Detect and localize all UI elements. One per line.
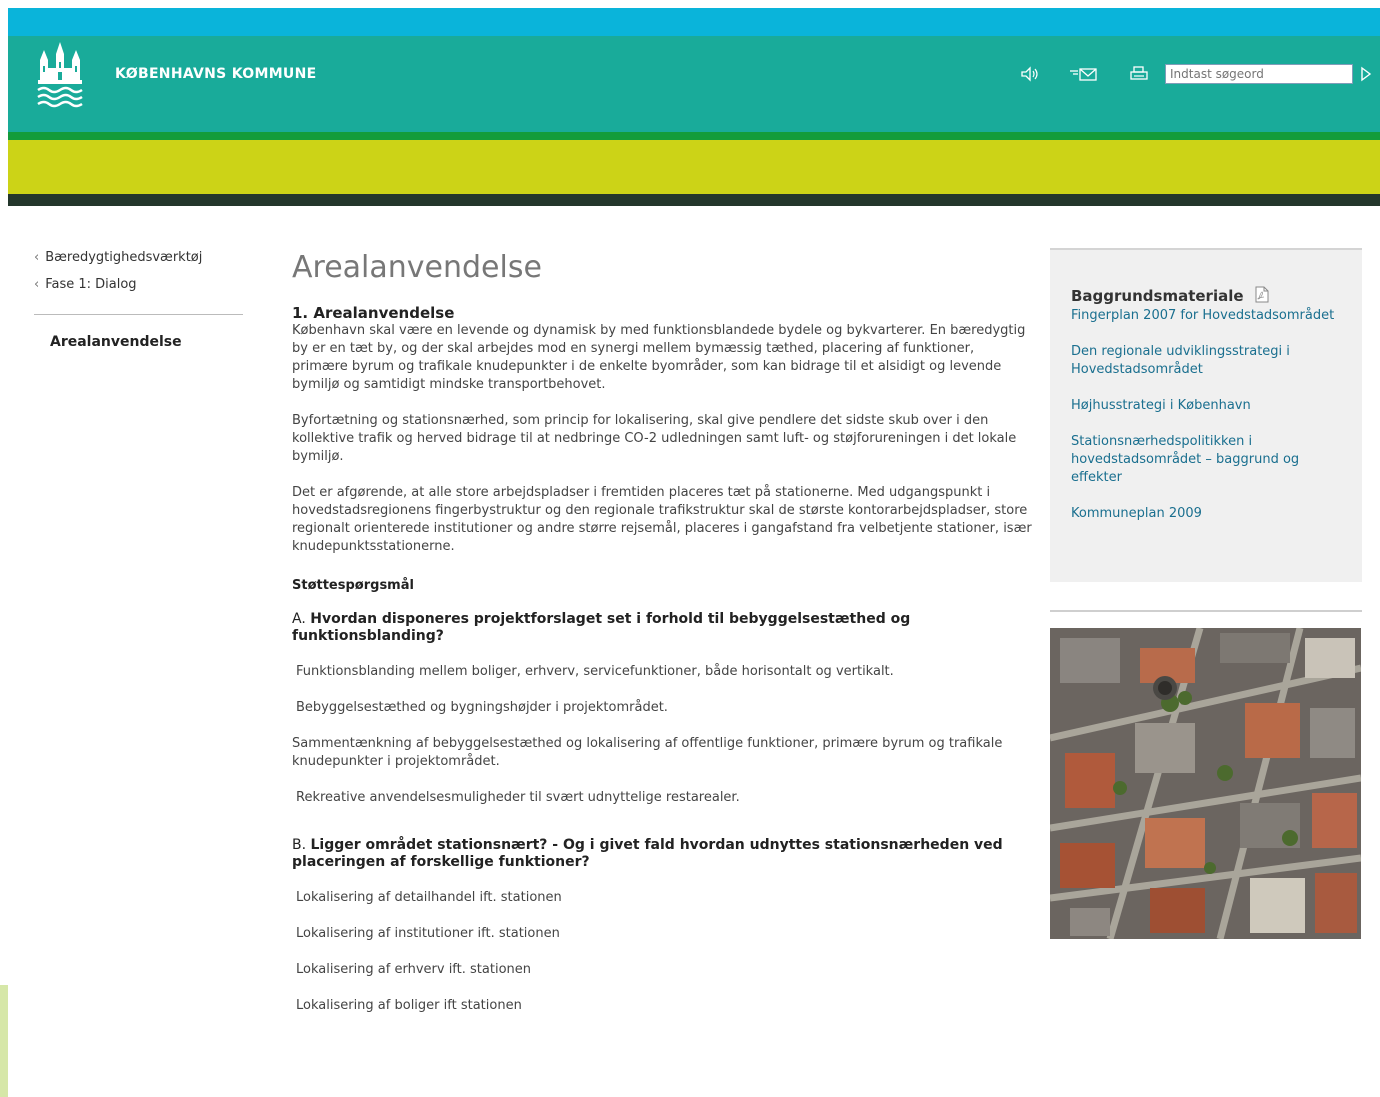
header-lime-band (8, 140, 1380, 194)
question-b-item: Lokalisering af erhverv ift. stationen (296, 962, 531, 977)
question-a-prefix: A. (292, 611, 311, 627)
photo-divider (1050, 610, 1362, 612)
question-a-item: Bebyggelsestæthed og bygningshøjder i pr… (296, 700, 668, 715)
question-a: A. Hvordan disponeres projektforslaget s… (292, 611, 1032, 645)
question-b-item: Lokalisering af boliger ift stationen (296, 998, 522, 1013)
section-title: 1. Arealanvendelse (292, 304, 455, 322)
question-b: B. Ligger området stationsnært? - Og i g… (292, 837, 1032, 871)
page-title: Arealanvendelse (292, 250, 542, 285)
question-b-text: Ligger området stationsnært? - Og i give… (292, 837, 1003, 870)
breadcrumb-phase-1-dialog[interactable]: ‹ Fase 1: Dialog (34, 277, 137, 292)
speaker-icon[interactable] (1018, 64, 1040, 84)
link-regional-development-strategy[interactable]: Den regionale udviklingsstrategi i Hoved… (1071, 343, 1351, 379)
support-questions-heading: Støttespørgsmål (292, 578, 414, 593)
question-a-text: Hvordan disponeres projektforslaget set … (292, 611, 911, 644)
header-dark-line (8, 194, 1380, 206)
mail-icon[interactable] (1068, 64, 1104, 84)
print-icon[interactable] (1128, 64, 1150, 84)
intro-paragraph-3: Det er afgørende, at alle store arbejdsp… (292, 485, 1032, 554)
search-input[interactable] (1165, 64, 1353, 84)
search-submit-arrow-icon[interactable] (1359, 65, 1373, 83)
site-brand[interactable]: KØBENHAVNS KOMMUNE (115, 66, 316, 82)
question-b-item: Lokalisering af detailhandel ift. statio… (296, 890, 562, 905)
breadcrumb-label: Bæredygtighedsværktøj (45, 250, 203, 265)
nav-current-page[interactable]: Arealanvendelse (50, 334, 182, 350)
copenhagen-logo-icon[interactable] (34, 40, 86, 110)
intro-paragraph-1: København skal være en levende og dynami… (292, 323, 1026, 392)
question-b-prefix: B. (292, 837, 311, 853)
link-high-rise-strategy[interactable]: Højhusstrategi i København (1071, 397, 1351, 415)
nav-divider (34, 314, 243, 315)
main-content: Arealanvendelse 1. Arealanvendelse Køben… (292, 250, 1032, 1033)
question-a-item: Rekreative anvendelsesmuligheder til svæ… (296, 790, 740, 805)
link-municipal-plan-2009[interactable]: Kommuneplan 2009 (1071, 505, 1351, 523)
top-accent-bar (8, 8, 1380, 38)
breadcrumb-sustainability-tool[interactable]: ‹ Bæredygtighedsværktøj (34, 250, 202, 265)
chevron-left-icon: ‹ (34, 250, 40, 265)
link-station-proximity-policy[interactable]: Stationsnærhedspolitikken i hovedstadsom… (1071, 433, 1351, 487)
header-green-line (8, 132, 1380, 140)
background-material-box: Baggrundsmateriale Fingerplan 2007 for H… (1050, 248, 1362, 582)
question-b-item: Lokalisering af institutioner ift. stati… (296, 926, 560, 941)
pdf-icon (1255, 286, 1269, 303)
breadcrumb-label: Fase 1: Dialog (45, 277, 137, 292)
question-a-item: Funktionsblanding mellem boliger, erhver… (296, 664, 894, 679)
background-material-title: Baggrundsmateriale (1071, 286, 1351, 305)
site-header (8, 36, 1380, 134)
background-material-label: Baggrundsmateriale (1071, 287, 1244, 305)
aerial-city-photo (1050, 628, 1361, 939)
chevron-left-icon: ‹ (34, 277, 40, 292)
intro-paragraph-2: Byfortætning og stationsnærhed, som prin… (292, 413, 1017, 464)
question-a-item: Sammentænkning af bebyggelsestæthed og l… (292, 736, 1003, 769)
link-fingerplan-2007[interactable]: Fingerplan 2007 for Hovedstadsområdet (1071, 307, 1351, 325)
left-lime-accent (0, 985, 8, 1097)
